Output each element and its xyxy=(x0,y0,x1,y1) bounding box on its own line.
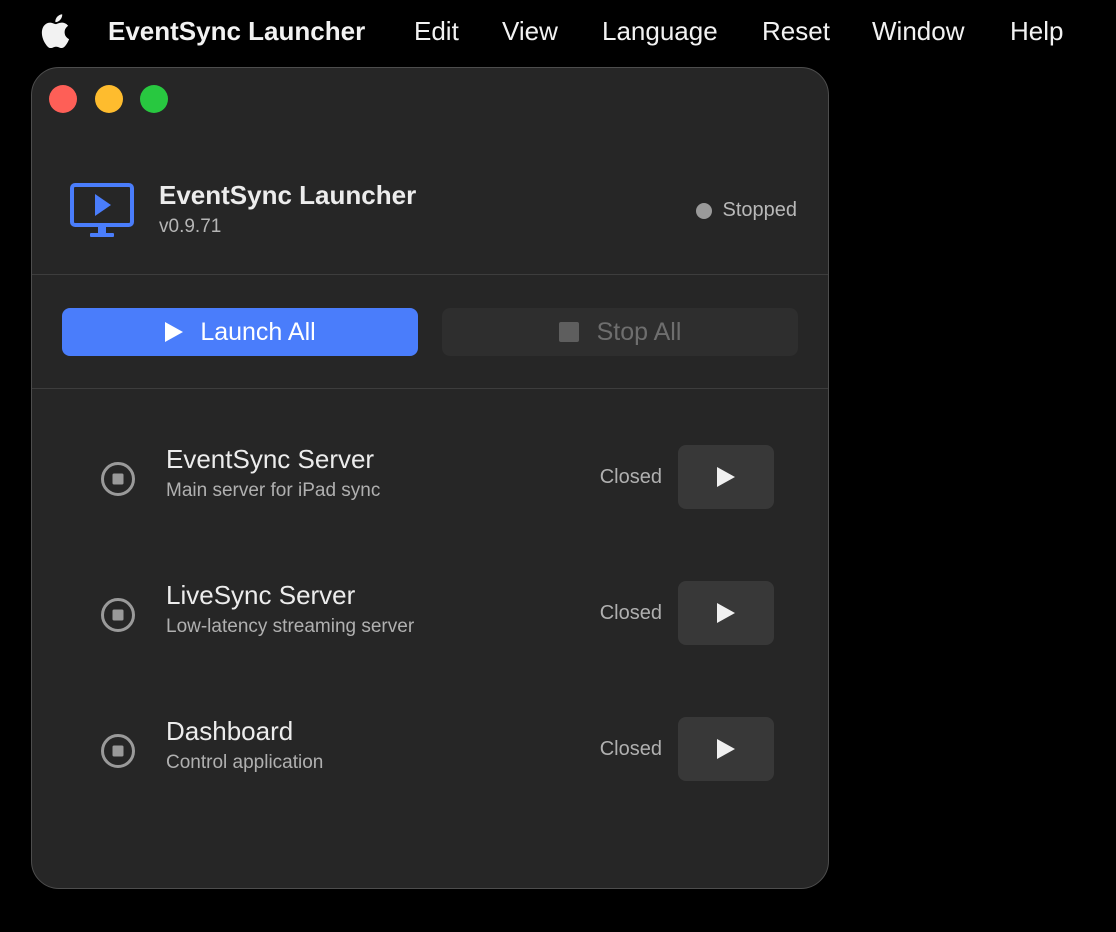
stop-all-label: Stop All xyxy=(596,317,682,346)
play-icon xyxy=(717,467,735,487)
launch-all-button[interactable]: Launch All xyxy=(62,308,418,356)
window-minimize-button[interactable] xyxy=(95,85,123,113)
service-row-livesync-server: LiveSync Server Low-latency streaming se… xyxy=(32,580,828,650)
stop-icon xyxy=(558,322,579,342)
service-name: EventSync Server xyxy=(166,444,375,474)
app-title: EventSync Launcher xyxy=(159,180,417,210)
menu-reset[interactable]: Reset xyxy=(762,16,830,47)
actions-divider xyxy=(32,388,828,389)
monitor-play-icon xyxy=(70,183,134,237)
menu-window[interactable]: Window xyxy=(872,16,964,47)
launch-all-label: Launch All xyxy=(200,317,316,346)
service-status: Closed xyxy=(599,466,662,488)
service-status: Closed xyxy=(599,738,662,760)
menu-bar: EventSync Launcher Edit View Language Re… xyxy=(0,0,1116,66)
service-start-button[interactable] xyxy=(678,445,774,509)
menu-view[interactable]: View xyxy=(502,16,558,47)
stopped-circle-icon xyxy=(101,598,135,632)
menu-help[interactable]: Help xyxy=(1010,16,1063,47)
service-description: Control application xyxy=(166,752,324,773)
service-description: Low-latency streaming server xyxy=(166,616,415,637)
status-dot-icon xyxy=(696,202,713,219)
apple-logo-icon[interactable] xyxy=(40,14,70,48)
menu-language[interactable]: Language xyxy=(602,16,718,47)
service-row-dashboard: Dashboard Control application Closed xyxy=(32,716,828,786)
service-status: Closed xyxy=(599,602,662,624)
play-icon xyxy=(165,322,184,342)
stop-all-button[interactable]: Stop All xyxy=(442,308,798,356)
service-start-button[interactable] xyxy=(678,717,774,781)
play-icon xyxy=(717,739,735,759)
app-version: v0.9.71 xyxy=(159,216,222,237)
service-description: Main server for iPad sync xyxy=(166,480,381,501)
menu-app-name[interactable]: EventSync Launcher xyxy=(108,16,365,47)
window-maximize-button[interactable] xyxy=(140,85,168,113)
launcher-window: EventSync Launcher v0.9.71 Stopped Launc… xyxy=(31,67,829,889)
status-text: Stopped xyxy=(722,199,797,221)
header-divider xyxy=(32,274,828,275)
play-icon xyxy=(717,603,735,623)
stopped-circle-icon xyxy=(101,462,135,496)
window-close-button[interactable] xyxy=(49,85,77,113)
service-row-eventsync-server: EventSync Server Main server for iPad sy… xyxy=(32,444,828,514)
status-indicator: Stopped xyxy=(696,199,797,222)
service-start-button[interactable] xyxy=(678,581,774,645)
service-name: Dashboard xyxy=(166,716,294,746)
stopped-circle-icon xyxy=(101,734,135,768)
menu-edit[interactable]: Edit xyxy=(414,16,459,47)
service-name: LiveSync Server xyxy=(166,580,356,610)
